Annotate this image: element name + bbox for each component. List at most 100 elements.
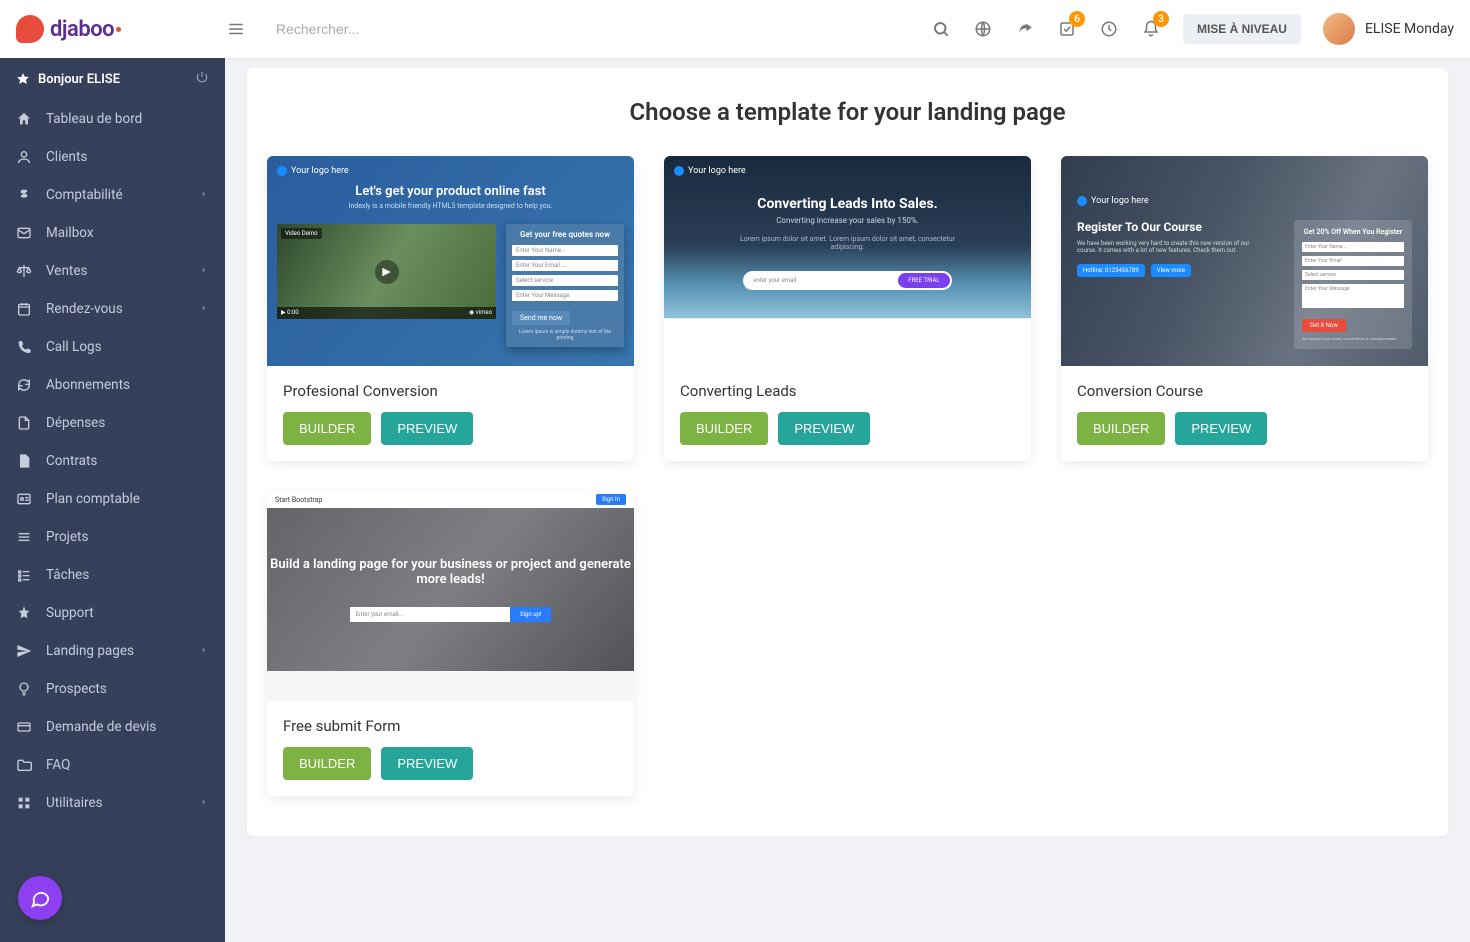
preview-button[interactable]: PREVIEW — [381, 747, 473, 780]
logo-mark-icon — [16, 15, 44, 43]
logo[interactable]: djaboo — [16, 15, 226, 43]
page-title: Choose a template for your landing page — [267, 98, 1428, 126]
sidebar-item-tableau-de-bord[interactable]: Tableau de bord — [0, 100, 225, 138]
card-icon — [16, 719, 40, 735]
sidebar-item-label: FAQ — [46, 757, 209, 773]
sidebar-item-prospects[interactable]: Prospects — [0, 670, 225, 708]
id-icon — [16, 491, 40, 507]
upgrade-button[interactable]: MISE À NIVEAU — [1183, 14, 1301, 44]
template-thumb: Your logo hereRegister To Our CourseWe h… — [1061, 156, 1428, 366]
template-title: Conversion Course — [1077, 382, 1412, 400]
sidebar-item-ventes[interactable]: Ventes — [0, 252, 225, 290]
send-icon — [16, 643, 40, 659]
sidebar-item-label: Demande de devis — [46, 719, 209, 735]
share-icon[interactable] — [1015, 19, 1035, 39]
sidebar-item-label: Comptabilité — [46, 187, 199, 203]
template-title: Profesional Conversion — [283, 382, 618, 400]
sidebar-item-faq[interactable]: FAQ — [0, 746, 225, 784]
main-content: Choose a template for your landing page … — [225, 0, 1470, 942]
sidebar-item-label: Utilitaires — [46, 795, 199, 811]
chevron-right-icon — [199, 795, 209, 811]
mail-icon — [16, 225, 40, 241]
templates-grid: Your logo hereLet's get your product onl… — [267, 156, 1428, 796]
grid-icon — [16, 795, 40, 811]
sidebar-item-label: Clients — [46, 149, 209, 165]
sidebar-item-utilitaires[interactable]: Utilitaires — [0, 784, 225, 822]
sidebar-item-plan-comptable[interactable]: Plan comptable — [0, 480, 225, 518]
search-wrap — [276, 13, 816, 45]
template-card: Your logo hereRegister To Our CourseWe h… — [1061, 156, 1428, 461]
sidebar-item-call-logs[interactable]: Call Logs — [0, 328, 225, 366]
bell-icon[interactable]: 3 — [1141, 19, 1161, 39]
folder-icon — [16, 757, 40, 773]
sidebar-item-projets[interactable]: Projets — [0, 518, 225, 556]
sidebar-item-rendez-vous[interactable]: Rendez-vous — [0, 290, 225, 328]
sidebar-item-label: Rendez-vous — [46, 301, 199, 317]
sidebar-item-demande-de-devis[interactable]: Demande de devis — [0, 708, 225, 746]
builder-button[interactable]: BUILDER — [283, 412, 371, 445]
content-panel: Choose a template for your landing page … — [247, 68, 1448, 836]
sidebar-item-label: Abonnements — [46, 377, 209, 393]
chevron-right-icon — [199, 301, 209, 317]
template-card: Your logo hereLet's get your product onl… — [267, 156, 634, 461]
template-card: Your logo hereConverting Leads Into Sale… — [664, 156, 1031, 461]
sidebar-item-label: Contrats — [46, 453, 209, 469]
template-card: Start BootstrapSign InBuild a landing pa… — [267, 491, 634, 796]
chevron-right-icon — [199, 263, 209, 279]
dollar-icon — [16, 187, 40, 203]
template-body: Conversion Course BUILDER PREVIEW — [1061, 366, 1428, 461]
search-input[interactable] — [276, 13, 816, 45]
home-icon — [16, 111, 40, 127]
user-menu[interactable]: ELISE Monday — [1323, 13, 1454, 45]
bulb-icon — [16, 681, 40, 697]
sidebar-item-label: Mailbox — [46, 225, 209, 241]
builder-button[interactable]: BUILDER — [283, 747, 371, 780]
template-thumb: Start BootstrapSign InBuild a landing pa… — [267, 491, 634, 701]
preview-button[interactable]: PREVIEW — [381, 412, 473, 445]
chat-fab-button[interactable] — [18, 876, 62, 920]
check-icon[interactable]: 6 — [1057, 19, 1077, 39]
sidebar: Bonjour ELISE Tableau de bord Clients Comp… — [0, 58, 225, 942]
sidebar-item-label: Plan comptable — [46, 491, 209, 507]
tasks-icon — [16, 567, 40, 583]
preview-button[interactable]: PREVIEW — [1175, 412, 1267, 445]
template-thumb: Your logo hereConverting Leads Into Sale… — [664, 156, 1031, 366]
sidebar-item-abonnements[interactable]: Abonnements — [0, 366, 225, 404]
logo-dot-icon — [116, 27, 121, 32]
sidebar-item-label: Ventes — [46, 263, 199, 279]
sidebar-greeting: Bonjour ELISE — [0, 58, 225, 100]
sidebar-item-label: Tâches — [46, 567, 209, 583]
search-icon[interactable] — [931, 19, 951, 39]
top-header: djaboo 6 3 MISE À NIVEAU ELISE — [0, 0, 1470, 58]
doc-icon — [16, 453, 40, 469]
pin-icon — [16, 72, 30, 86]
sidebar-item-dépenses[interactable]: Dépenses — [0, 404, 225, 442]
pin-icon — [16, 605, 40, 621]
sidebar-item-clients[interactable]: Clients — [0, 138, 225, 176]
menu-toggle-icon[interactable] — [226, 19, 246, 39]
builder-button[interactable]: BUILDER — [680, 412, 768, 445]
power-icon[interactable] — [195, 70, 209, 88]
sidebar-item-label: Prospects — [46, 681, 209, 697]
template-body: Profesional Conversion BUILDER PREVIEW — [267, 366, 634, 461]
chevron-right-icon — [199, 643, 209, 659]
sidebar-item-label: Tableau de bord — [46, 111, 209, 127]
clock-icon[interactable] — [1099, 19, 1119, 39]
template-title: Converting Leads — [680, 382, 1015, 400]
sidebar-item-tâches[interactable]: Tâches — [0, 556, 225, 594]
sidebar-item-landing-pages[interactable]: Landing pages — [0, 632, 225, 670]
lines-icon — [16, 529, 40, 545]
builder-button[interactable]: BUILDER — [1077, 412, 1165, 445]
bell-badge: 3 — [1153, 11, 1169, 27]
chat-icon — [29, 887, 51, 909]
preview-button[interactable]: PREVIEW — [778, 412, 870, 445]
template-thumb: Your logo hereLet's get your product onl… — [267, 156, 634, 366]
template-body: Free submit FormBUILDERPREVIEW — [267, 701, 634, 796]
file-icon — [16, 415, 40, 431]
sidebar-item-mailbox[interactable]: Mailbox — [0, 214, 225, 252]
sidebar-item-contrats[interactable]: Contrats — [0, 442, 225, 480]
sidebar-item-support[interactable]: Support — [0, 594, 225, 632]
sidebar-item-comptabilité[interactable]: Comptabilité — [0, 176, 225, 214]
sidebar-item-label: Projets — [46, 529, 209, 545]
globe-icon[interactable] — [973, 19, 993, 39]
